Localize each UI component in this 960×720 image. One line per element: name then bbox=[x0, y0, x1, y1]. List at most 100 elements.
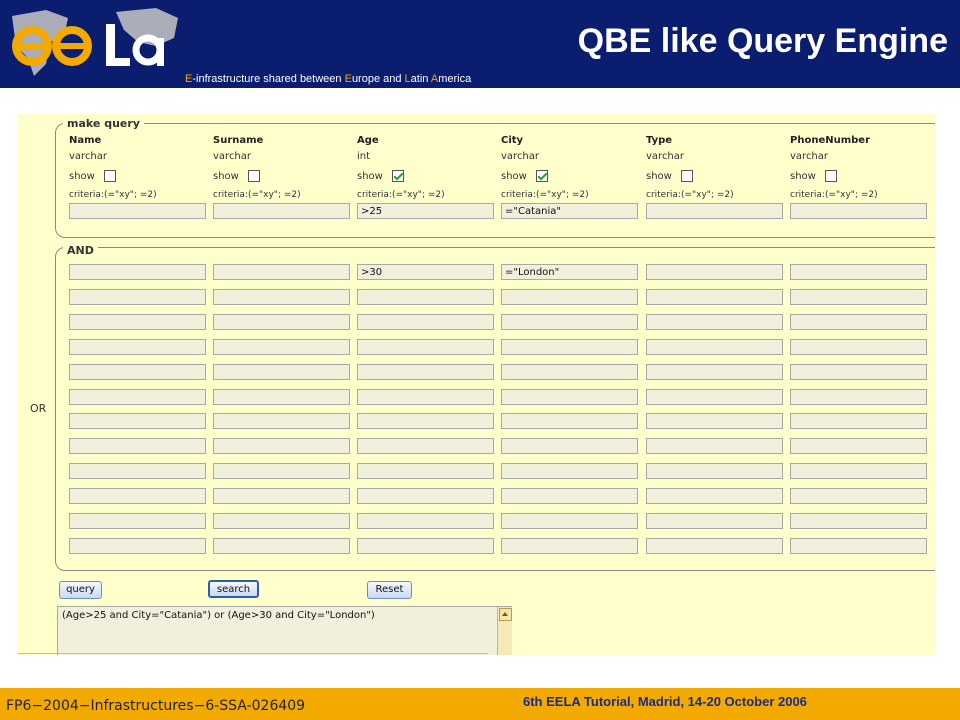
or-criteria-input[interactable] bbox=[790, 438, 927, 455]
or-criteria-input[interactable] bbox=[213, 463, 350, 480]
or-criteria-input[interactable] bbox=[790, 463, 927, 480]
or-criteria-input[interactable] bbox=[213, 438, 350, 455]
or-criteria-input[interactable] bbox=[790, 338, 927, 355]
or-criteria-input[interactable] bbox=[646, 288, 783, 305]
or-criteria-input[interactable] bbox=[501, 338, 638, 355]
or-criteria-input[interactable] bbox=[790, 363, 927, 380]
or-criteria-input[interactable] bbox=[646, 513, 783, 529]
query-result-textarea[interactable]: (Age>25 and City="Catania") or (Age>30 a… bbox=[57, 606, 512, 655]
or-criteria-input[interactable] bbox=[790, 537, 927, 554]
show-checkbox[interactable] bbox=[825, 170, 837, 182]
or-criteria-input[interactable] bbox=[790, 413, 927, 430]
or-criteria-input[interactable] bbox=[646, 463, 783, 480]
or-criteria-input[interactable] bbox=[69, 338, 206, 355]
or-criteria-input[interactable] bbox=[69, 537, 206, 554]
or-criteria-input[interactable] bbox=[501, 488, 638, 505]
or-criteria-input[interactable] bbox=[213, 537, 350, 554]
or-criteria-input[interactable] bbox=[213, 264, 350, 280]
or-criteria-input[interactable] bbox=[501, 388, 638, 405]
or-criteria-input[interactable] bbox=[357, 463, 494, 480]
or-criteria-input[interactable] bbox=[501, 413, 638, 430]
reset-button[interactable]: Reset bbox=[367, 581, 412, 599]
show-checkbox[interactable] bbox=[681, 170, 693, 182]
criteria-input[interactable] bbox=[213, 203, 350, 219]
or-criteria-input[interactable] bbox=[213, 413, 350, 430]
query-button[interactable]: query bbox=[59, 581, 102, 599]
or-criteria-input[interactable] bbox=[790, 264, 927, 280]
or-criteria-input[interactable] bbox=[69, 513, 206, 529]
divider bbox=[18, 653, 488, 654]
column-type: varchar bbox=[69, 151, 108, 162]
or-criteria-input[interactable] bbox=[69, 438, 206, 455]
or-criteria-input[interactable] bbox=[646, 413, 783, 430]
or-criteria-input[interactable] bbox=[213, 338, 350, 355]
or-criteria-input[interactable] bbox=[69, 413, 206, 430]
or-criteria-input[interactable] bbox=[501, 363, 638, 380]
or-criteria-input[interactable] bbox=[69, 363, 206, 380]
show-checkbox[interactable] bbox=[392, 170, 404, 182]
show-checkbox[interactable] bbox=[536, 170, 548, 182]
or-criteria-input[interactable] bbox=[357, 438, 494, 455]
or-criteria-input[interactable] bbox=[501, 313, 638, 330]
or-criteria-input[interactable] bbox=[790, 513, 927, 529]
criteria-input[interactable] bbox=[646, 203, 783, 219]
or-label: OR bbox=[30, 402, 47, 415]
show-label: show bbox=[646, 171, 672, 182]
show-checkbox[interactable] bbox=[104, 170, 116, 182]
or-criteria-input[interactable] bbox=[357, 313, 494, 330]
or-criteria-input[interactable] bbox=[501, 463, 638, 480]
search-button[interactable]: search bbox=[208, 580, 259, 598]
or-criteria-input[interactable] bbox=[213, 313, 350, 330]
or-criteria-input[interactable] bbox=[357, 363, 494, 380]
or-criteria-input[interactable] bbox=[501, 438, 638, 455]
criteria-input[interactable] bbox=[69, 203, 206, 219]
event-info: 6th EELA Tutorial, Madrid, 14-20 October… bbox=[523, 694, 807, 709]
or-criteria-input[interactable] bbox=[646, 363, 783, 380]
or-criteria-input[interactable] bbox=[646, 388, 783, 405]
or-criteria-input[interactable] bbox=[69, 488, 206, 505]
or-criteria-input[interactable] bbox=[69, 388, 206, 405]
or-criteria-input[interactable] bbox=[69, 264, 206, 280]
tagline-segment: atin bbox=[410, 73, 431, 85]
or-criteria-input[interactable]: >30 bbox=[357, 264, 494, 280]
or-criteria-input[interactable] bbox=[213, 288, 350, 305]
or-criteria-input[interactable] bbox=[213, 363, 350, 380]
or-criteria-input[interactable] bbox=[646, 438, 783, 455]
scroll-up-icon[interactable] bbox=[499, 608, 512, 621]
or-criteria-input[interactable] bbox=[790, 313, 927, 330]
or-criteria-input[interactable] bbox=[790, 388, 927, 405]
or-criteria-input[interactable] bbox=[213, 513, 350, 529]
or-criteria-input[interactable] bbox=[69, 288, 206, 305]
column-name: Name bbox=[69, 135, 102, 146]
or-criteria-input[interactable] bbox=[357, 488, 494, 505]
or-criteria-input[interactable] bbox=[357, 288, 494, 305]
or-criteria-input[interactable] bbox=[357, 388, 494, 405]
show-label: show bbox=[69, 171, 95, 182]
show-checkbox[interactable] bbox=[248, 170, 260, 182]
or-criteria-input[interactable] bbox=[357, 338, 494, 355]
or-criteria-input[interactable] bbox=[646, 488, 783, 505]
criteria-input[interactable]: >25 bbox=[357, 203, 494, 219]
show-label: show bbox=[213, 171, 239, 182]
criteria-input[interactable]: ="Catania" bbox=[501, 203, 638, 219]
or-criteria-input[interactable] bbox=[790, 488, 927, 505]
or-criteria-input[interactable] bbox=[357, 537, 494, 554]
or-criteria-input[interactable] bbox=[501, 537, 638, 554]
or-criteria-input[interactable] bbox=[790, 288, 927, 305]
or-criteria-input[interactable] bbox=[646, 338, 783, 355]
result-scrollbar[interactable] bbox=[497, 607, 512, 655]
or-criteria-input[interactable] bbox=[501, 513, 638, 529]
or-criteria-input[interactable] bbox=[646, 537, 783, 554]
or-criteria-input[interactable] bbox=[357, 413, 494, 430]
or-criteria-input[interactable] bbox=[646, 264, 783, 280]
or-criteria-input[interactable] bbox=[69, 463, 206, 480]
or-criteria-input[interactable]: ="London" bbox=[501, 264, 638, 280]
or-criteria-input[interactable] bbox=[357, 513, 494, 529]
or-criteria-input[interactable] bbox=[69, 313, 206, 330]
or-criteria-input[interactable] bbox=[646, 313, 783, 330]
criteria-hint: criteria:(="xy"; =2) bbox=[501, 190, 589, 200]
or-criteria-input[interactable] bbox=[501, 288, 638, 305]
or-criteria-input[interactable] bbox=[213, 388, 350, 405]
or-criteria-input[interactable] bbox=[213, 488, 350, 505]
criteria-input[interactable] bbox=[790, 203, 927, 219]
